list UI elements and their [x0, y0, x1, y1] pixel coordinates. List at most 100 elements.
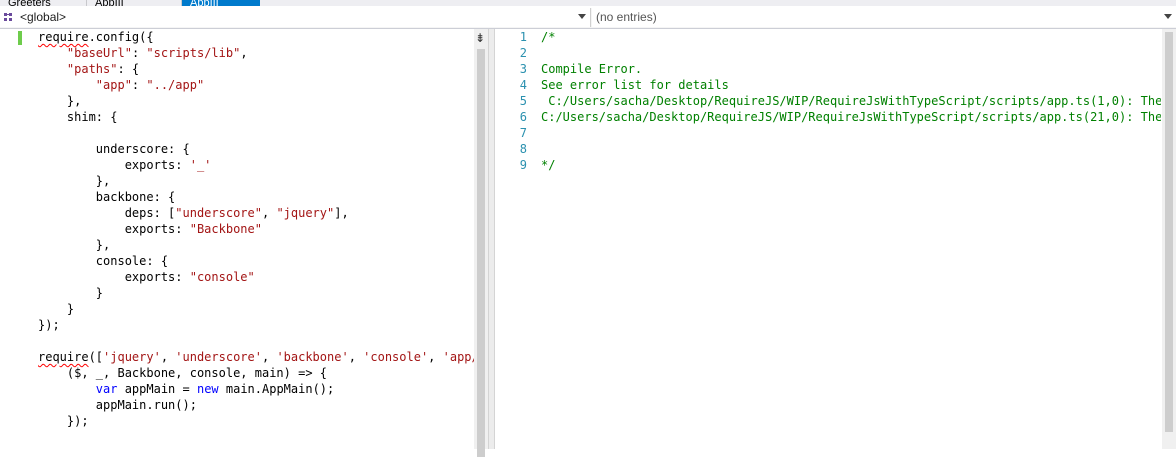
output-line[interactable]: C:/Users/sacha/Desktop/RequireJS/WIP/Req…	[541, 93, 1161, 109]
line-number: 1	[519, 30, 527, 44]
split-handle-icon[interactable]: ⇟	[475, 31, 485, 45]
code-editor-left[interactable]: require.config({ "baseUrl": "scripts/lib…	[0, 29, 488, 457]
output-line[interactable]	[541, 125, 1161, 141]
code-token: var	[95, 382, 118, 396]
output-line[interactable]: See error list for details	[541, 77, 1161, 93]
output-code-area[interactable]: /* Compile Error. See error list for detai…	[541, 29, 1161, 173]
code-line[interactable]: "paths": {	[38, 61, 474, 77]
code-line[interactable]: underscore: {	[38, 141, 474, 157]
code-line[interactable]: "baseUrl": "scripts/lib",	[38, 45, 474, 61]
line-number: 7	[519, 126, 527, 140]
code-line[interactable]	[38, 125, 474, 141]
code-token: exports:	[124, 222, 190, 236]
code-token: ,	[240, 46, 248, 60]
code-token: 'jquery'	[103, 350, 161, 364]
output-line[interactable]: /*	[541, 29, 1161, 45]
code-line[interactable]: ($, _, Backbone, console, main) => {	[38, 365, 474, 381]
code-line[interactable]: appMain.run();	[38, 397, 474, 413]
navigation-bar: <global> (no entries)	[0, 8, 1176, 29]
code-token: ([	[88, 350, 104, 364]
code-token: "console"	[189, 270, 255, 284]
code-token: :	[131, 78, 147, 92]
code-line[interactable]: require.config({	[38, 29, 474, 45]
code-token: .config({	[88, 30, 154, 44]
output-line[interactable]	[541, 45, 1161, 61]
output-line[interactable]	[541, 141, 1161, 157]
code-line[interactable]: shim: {	[38, 109, 474, 125]
tab-greeters[interactable]: Greeters	[0, 0, 87, 6]
line-number: 5	[519, 94, 527, 108]
code-line[interactable]: });	[38, 317, 474, 333]
code-line[interactable]: var appMain = new main.AppMain();	[38, 381, 474, 397]
code-line[interactable]: backbone: {	[38, 189, 474, 205]
scrollbar-thumb[interactable]	[477, 49, 485, 457]
code-line[interactable]: exports: "Backbone"	[38, 221, 474, 237]
namespace-icon	[4, 13, 12, 21]
tab-appiii-active[interactable]: AppIII	[182, 0, 260, 6]
code-line[interactable]: console: {	[38, 253, 474, 269]
code-token: "scripts/lib"	[146, 46, 241, 60]
code-token: 'underscore'	[175, 350, 262, 364]
code-token: ],	[334, 206, 349, 220]
code-token: },	[95, 174, 111, 188]
line-number: 8	[519, 142, 527, 156]
code-token: 'console'	[363, 350, 429, 364]
vertical-scrollbar[interactable]	[1162, 29, 1176, 449]
tab-label: AppIII	[190, 0, 219, 6]
code-token: : {	[117, 62, 140, 76]
code-token: underscore: {	[95, 142, 190, 156]
scope-dropdown-right[interactable]: (no entries)	[592, 8, 1176, 27]
tab-label: AppIII	[95, 0, 124, 6]
output-line[interactable]: C:/Users/sacha/Desktop/RequireJS/WIP/Req…	[541, 109, 1161, 125]
code-line[interactable]: },	[38, 237, 474, 253]
code-token: "paths"	[66, 62, 118, 76]
code-line[interactable]: exports: "console"	[38, 269, 474, 285]
code-line[interactable]: },	[38, 93, 474, 109]
code-line[interactable]: "app": "../app"	[38, 77, 474, 93]
code-line[interactable]: }	[38, 285, 474, 301]
code-token: "baseUrl"	[66, 46, 132, 60]
vertical-scrollbar[interactable]: ⇟	[474, 29, 488, 457]
tab-label: Greeters	[8, 0, 51, 6]
code-token: },	[95, 238, 111, 252]
scope-text: <global>	[20, 10, 67, 24]
code-editor-right[interactable]: 1 2 3 4 5 6 7 8 9 /* Compile Error. See error list…	[495, 29, 1176, 449]
code-token: backbone: {	[95, 190, 176, 204]
code-token: console: {	[95, 254, 169, 268]
code-token: }	[66, 302, 75, 316]
document-tab-strip: Greeters AppIII AppIII	[0, 0, 1176, 6]
code-line[interactable]: }	[38, 301, 474, 317]
code-token: "jquery"	[276, 206, 335, 220]
code-token: ,	[261, 206, 277, 220]
code-token: ($, _, Backbone, console, main) => {	[66, 366, 327, 380]
code-token: exports:	[124, 158, 190, 172]
output-line[interactable]: */	[541, 157, 1161, 173]
code-token: appMain =	[117, 382, 197, 396]
code-token: "underscore"	[175, 206, 262, 220]
code-line[interactable]: deps: ["underscore", "jquery"],	[38, 205, 474, 221]
line-number: 3	[519, 62, 527, 76]
chevron-down-icon[interactable]	[578, 14, 586, 19]
tab-appiii[interactable]: AppIII	[87, 0, 182, 6]
code-line[interactable]: exports: '_'	[38, 157, 474, 173]
code-token: },	[66, 94, 82, 108]
scope-dropdown-left[interactable]: <global>	[0, 8, 591, 27]
code-line[interactable]: },	[38, 173, 474, 189]
line-number-gutter: 1 2 3 4 5 6 7 8 9	[495, 29, 533, 173]
code-token: 'app/m	[442, 350, 474, 364]
line-number: 6	[519, 110, 527, 124]
code-token: "app"	[95, 78, 132, 92]
code-token: "Backbone"	[189, 222, 262, 236]
line-number: 4	[519, 78, 527, 92]
code-line[interactable]: require(['jquery', 'underscore', 'backbo…	[38, 349, 474, 365]
code-line[interactable]	[38, 333, 474, 349]
code-token: 'backbone'	[276, 350, 349, 364]
scrollbar-thumb[interactable]	[1165, 32, 1173, 432]
code-line[interactable]: });	[38, 413, 474, 429]
output-line[interactable]: Compile Error.	[541, 61, 1161, 77]
pane-splitter[interactable]	[488, 29, 495, 449]
chevron-down-icon[interactable]	[1164, 14, 1172, 19]
code-area[interactable]: require.config({ "baseUrl": "scripts/lib…	[38, 29, 474, 449]
line-number: 9	[519, 158, 527, 172]
members-text: (no entries)	[596, 10, 657, 24]
